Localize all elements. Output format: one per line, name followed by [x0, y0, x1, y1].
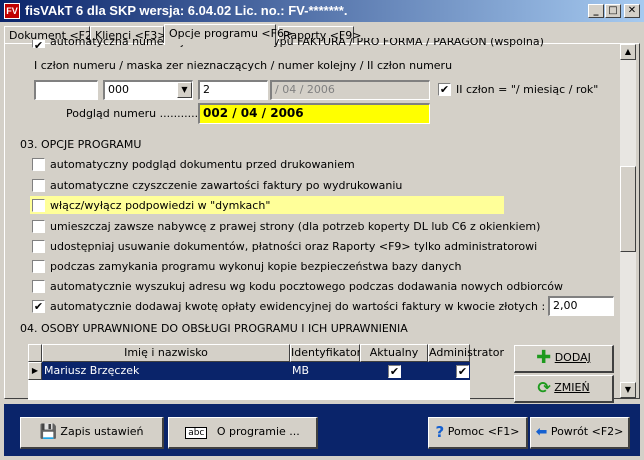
change-user-button[interactable]: ⟳ ZMIEŃ — [514, 375, 614, 403]
zero-mask-select[interactable]: 000 ▼ — [103, 80, 193, 100]
first-part-field[interactable] — [34, 80, 98, 100]
col-id-header[interactable]: Identyfikator — [290, 344, 361, 362]
user-name-cell: Mariusz Brzęczek — [44, 364, 140, 377]
add-user-button[interactable]: ✚ DODAJ — [514, 345, 614, 373]
option-checkbox-3[interactable] — [32, 199, 45, 212]
help-label: Pomoc <F1> — [447, 425, 520, 438]
back-button[interactable]: ⬅ Powrót <F2> — [530, 417, 630, 449]
col-current-header[interactable]: Aktualny — [360, 344, 428, 362]
numbering-auto-label: automatyczna numeracja dokumentów typu F… — [50, 38, 544, 47]
user-current-checkbox[interactable]: ✔ — [388, 365, 401, 378]
option-label-2: automatyczne czyszczenie zawartości fakt… — [50, 179, 403, 192]
user-id-cell: MB — [292, 364, 310, 377]
question-mark-icon: ? — [435, 423, 445, 441]
zero-mask-value: 000 — [108, 83, 129, 96]
row-indicator-header — [28, 344, 42, 362]
preview-number: 002 / 04 / 2006 — [198, 103, 430, 124]
title-bar[interactable]: FV fisVAkT 6 dla SKP wersja: 6.04.02 Lic… — [0, 0, 644, 22]
option-checkbox-8[interactable]: ✔ — [32, 300, 45, 313]
second-part-checkbox-label: II człon = "/ miesiąc / rok" — [456, 83, 599, 96]
arrow-left-icon: ⬅ — [535, 424, 548, 440]
next-number-field[interactable]: 2 — [198, 80, 268, 100]
user-admin-checkbox[interactable]: ✔ — [456, 365, 469, 378]
chevron-down-icon[interactable]: ▼ — [177, 82, 192, 98]
window-title: fisVAkT 6 dla SKP wersja: 6.04.02 Lic. n… — [25, 3, 348, 18]
users-section-title: 04. OSOBY UPRAWNIONE DO OBSŁUGI PROGRAMU… — [20, 322, 408, 335]
tab-opcje-programu[interactable]: Opcje programu <F6> — [164, 24, 293, 45]
scroll-up-icon[interactable]: ▲ — [620, 44, 636, 60]
save-settings-label: Zapis ustawień — [60, 425, 144, 438]
vertical-scrollbar[interactable]: ▲ ▼ — [620, 44, 636, 398]
change-user-label: ZMIEŃ — [554, 381, 590, 394]
col-admin-header[interactable]: Administrator — [428, 344, 504, 362]
option-checkbox-1[interactable] — [32, 158, 45, 171]
about-button[interactable]: abc O programie ... — [168, 417, 318, 449]
option-label-6: podczas zamykania programu wykonuj kopie… — [50, 260, 462, 273]
option-checkbox-6[interactable] — [32, 260, 45, 273]
add-user-label: DODAJ — [554, 351, 591, 364]
fee-amount-field[interactable]: 2,00 — [548, 296, 614, 316]
users-table: Imię i nazwisko Identyfikator Aktualny A… — [28, 344, 504, 400]
table-row[interactable]: Mariusz Brzęczek MB ✔ ✔ — [42, 362, 470, 380]
second-part-field[interactable]: / 04 / 2006 — [270, 80, 430, 100]
option-label-5: udostępniaj usuwanie dokumentów, płatnoś… — [50, 240, 538, 253]
save-settings-button[interactable]: 💾 Zapis ustawień — [20, 417, 164, 449]
option-checkbox-2[interactable] — [32, 179, 45, 192]
close-button[interactable]: ✕ — [624, 4, 640, 18]
option-checkbox-4[interactable] — [32, 220, 45, 233]
plus-icon: ✚ — [536, 347, 552, 368]
second-part-checkbox[interactable]: ✔ — [438, 83, 451, 96]
option-label-8: automatycznie dodawaj kwotę opłaty ewide… — [50, 300, 546, 313]
help-button[interactable]: ? Pomoc <F1> — [428, 417, 528, 449]
back-label: Powrót <F2> — [550, 425, 624, 438]
dictionary-icon: abc — [185, 427, 208, 439]
about-label: O programie ... — [216, 425, 300, 438]
option-checkbox-5[interactable] — [32, 240, 45, 253]
option-checkbox-7[interactable] — [32, 280, 45, 293]
app-icon: FV — [4, 3, 20, 19]
scroll-down-icon[interactable]: ▼ — [620, 382, 636, 398]
row-pointer-icon: ▶ — [28, 362, 42, 380]
option-label-4: umieszczaj zawsze nabywcę z prawej stron… — [50, 220, 541, 233]
minimize-button[interactable]: _ — [588, 4, 604, 18]
option-label-3: włącz/wyłącz podpowiedzi w "dymkach" — [50, 199, 271, 212]
refresh-icon: ⟳ — [537, 378, 551, 397]
option-label-1: automatyczny podgląd dokumentu przed dru… — [50, 158, 355, 171]
options-section-title: 03. OPCJE PROGRAMU — [20, 138, 142, 151]
maximize-button[interactable]: □ — [605, 4, 621, 18]
numbering-auto-checkbox[interactable]: ✔ — [32, 40, 45, 51]
scroll-thumb[interactable] — [620, 166, 636, 252]
numbering-header: I człon numeru / maska zer nieznaczących… — [34, 59, 453, 72]
option-label-7: automatycznie wyszukuj adresu wg kodu po… — [50, 280, 564, 293]
col-name-header[interactable]: Imię i nazwisko — [42, 344, 290, 362]
floppy-disk-icon: 💾 — [39, 424, 57, 440]
